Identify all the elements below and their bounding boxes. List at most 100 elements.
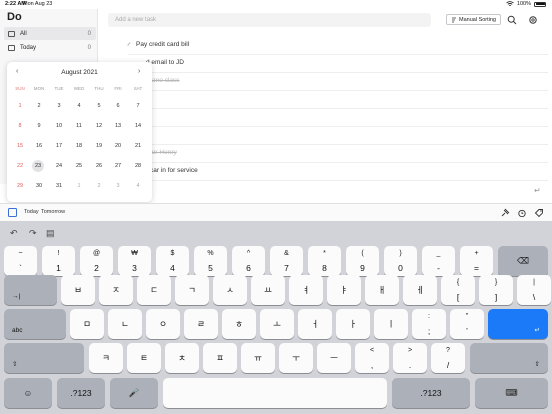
numbers-key[interactable]: .?123 bbox=[392, 378, 470, 408]
key[interactable]: ^ 6 bbox=[232, 246, 265, 276]
calendar-day[interactable]: 2 bbox=[92, 180, 106, 192]
search-icon[interactable] bbox=[507, 15, 517, 25]
calendar-icon[interactable] bbox=[8, 208, 17, 217]
key[interactable]: (9 bbox=[346, 246, 379, 276]
key[interactable]: ㅣ bbox=[374, 309, 408, 339]
key[interactable]: ㅓ bbox=[298, 309, 332, 339]
alarm-icon[interactable] bbox=[517, 208, 527, 218]
key[interactable]: ㄷ bbox=[137, 275, 171, 305]
calendar-day[interactable]: 30 bbox=[32, 180, 46, 192]
key[interactable]: ㅌ bbox=[127, 343, 161, 373]
undo-icon[interactable]: ↶ bbox=[10, 228, 18, 239]
key[interactable]: ㅕ bbox=[289, 275, 323, 305]
key[interactable]: ㅂ bbox=[61, 275, 95, 305]
calendar-day[interactable]: 19 bbox=[92, 140, 106, 152]
sidebar-item-all[interactable]: All 0 bbox=[4, 27, 96, 40]
calendar-day[interactable]: 28 bbox=[131, 160, 145, 172]
key[interactable]: ㅠ bbox=[241, 343, 275, 373]
key[interactable]: ”’ bbox=[450, 309, 484, 339]
calendar-day[interactable]: 13 bbox=[111, 120, 125, 132]
key[interactable]: $4 bbox=[156, 246, 189, 276]
shift-key[interactable]: ⇧ bbox=[470, 343, 548, 373]
calendar-day[interactable]: 21 bbox=[131, 140, 145, 152]
calendar-day[interactable]: 17 bbox=[52, 140, 66, 152]
sidebar-item-today[interactable]: Today 0 bbox=[4, 41, 96, 54]
calendar-day[interactable]: 1 bbox=[13, 100, 27, 112]
today-button[interactable]: Today bbox=[24, 209, 39, 215]
key[interactable]: ㅡ bbox=[317, 343, 351, 373]
key[interactable]: ㄴ bbox=[108, 309, 142, 339]
calendar-day[interactable]: 10 bbox=[52, 120, 66, 132]
task-item[interactable]: Pay credit card bill bbox=[127, 41, 189, 48]
key[interactable]: + = bbox=[460, 246, 493, 276]
key[interactable]: & 7 bbox=[270, 246, 303, 276]
calendar-day[interactable]: 16 bbox=[32, 140, 46, 152]
gear-icon[interactable] bbox=[528, 15, 538, 25]
calendar-day[interactable]: 29 bbox=[13, 180, 27, 192]
key[interactable]: ㅋ bbox=[89, 343, 123, 373]
calendar-day[interactable]: 5 bbox=[92, 100, 106, 112]
key[interactable]: ㅗ bbox=[260, 309, 294, 339]
key[interactable]: ₩3 bbox=[118, 246, 151, 276]
next-month-chevron-icon[interactable]: › bbox=[138, 68, 140, 75]
numbers-key[interactable]: .?123 bbox=[57, 378, 105, 408]
calendar-day[interactable]: 6 bbox=[111, 100, 125, 112]
task-item[interactable]: car in for service bbox=[150, 167, 198, 174]
key[interactable]: * 8 bbox=[308, 246, 341, 276]
calendar-day[interactable]: 3 bbox=[52, 100, 66, 112]
microphone-key[interactable]: 🎤 bbox=[110, 378, 158, 408]
calendar-day[interactable]: 3 bbox=[111, 180, 125, 192]
key[interactable]: ㅈ bbox=[99, 275, 133, 305]
key[interactable]: ㅔ bbox=[403, 275, 437, 305]
key[interactable]: ㅐ bbox=[365, 275, 399, 305]
calendar-day[interactable]: 26 bbox=[92, 160, 106, 172]
key[interactable]: ㅊ bbox=[165, 343, 199, 373]
key[interactable]: ㄹ bbox=[184, 309, 218, 339]
calendar-day[interactable]: 4 bbox=[131, 180, 145, 192]
key[interactable]: ! 1 bbox=[42, 246, 75, 276]
calendar-day[interactable]: 4 bbox=[72, 100, 86, 112]
abc-key[interactable]: abc bbox=[4, 309, 66, 339]
key[interactable]: <, bbox=[355, 343, 389, 373]
key[interactable]: >. bbox=[393, 343, 427, 373]
key[interactable]: ㅑ bbox=[327, 275, 361, 305]
calendar-day[interactable]: 15 bbox=[13, 140, 27, 152]
space-key[interactable] bbox=[163, 378, 387, 408]
calendar-day[interactable]: 8 bbox=[13, 120, 27, 132]
calendar-day[interactable]: 23 bbox=[32, 160, 44, 172]
calendar-day[interactable]: 14 bbox=[131, 120, 145, 132]
key[interactable]: ㅜ bbox=[279, 343, 313, 373]
calendar-day[interactable]: 25 bbox=[72, 160, 86, 172]
task-item-completed[interactable]: ano class bbox=[152, 77, 179, 84]
redo-icon[interactable]: ↷ bbox=[29, 228, 37, 239]
calendar-day[interactable]: 20 bbox=[111, 140, 125, 152]
tomorrow-button[interactable]: Tomorrow bbox=[41, 209, 65, 215]
tag-icon[interactable] bbox=[534, 208, 544, 218]
task-item-completed[interactable]: for Henry bbox=[150, 149, 177, 156]
calendar-day[interactable]: 18 bbox=[72, 140, 86, 152]
key[interactable]: ㅁ bbox=[70, 309, 104, 339]
key[interactable]: ㄱ bbox=[175, 275, 209, 305]
key[interactable]: {[ bbox=[441, 275, 475, 305]
key[interactable]: ㅛ bbox=[251, 275, 285, 305]
key[interactable]: ~ ` bbox=[4, 246, 37, 276]
shift-key[interactable]: ⇧ bbox=[4, 343, 84, 373]
calendar-day[interactable]: 31 bbox=[52, 180, 66, 192]
calendar-day[interactable]: 27 bbox=[111, 160, 125, 172]
key[interactable]: :; bbox=[412, 309, 446, 339]
key[interactable]: ) 0 bbox=[384, 246, 417, 276]
clipboard-icon[interactable]: ▤ bbox=[46, 228, 55, 239]
key[interactable]: _ - bbox=[422, 246, 455, 276]
calendar-day[interactable]: 11 bbox=[72, 120, 86, 132]
key[interactable]: % 5 bbox=[194, 246, 227, 276]
calendar-day[interactable]: 1 bbox=[72, 180, 86, 192]
calendar-day[interactable]: 24 bbox=[52, 160, 66, 172]
key[interactable]: ㅅ bbox=[213, 275, 247, 305]
calendar-day[interactable]: 2 bbox=[32, 100, 46, 112]
key[interactable]: ㅏ bbox=[336, 309, 370, 339]
calendar-day[interactable]: 7 bbox=[131, 100, 145, 112]
key[interactable]: ㅇ bbox=[146, 309, 180, 339]
calendar-day[interactable]: 22 bbox=[13, 160, 27, 172]
emoji-key[interactable]: ☺ bbox=[4, 378, 52, 408]
key[interactable]: ㅎ bbox=[222, 309, 256, 339]
